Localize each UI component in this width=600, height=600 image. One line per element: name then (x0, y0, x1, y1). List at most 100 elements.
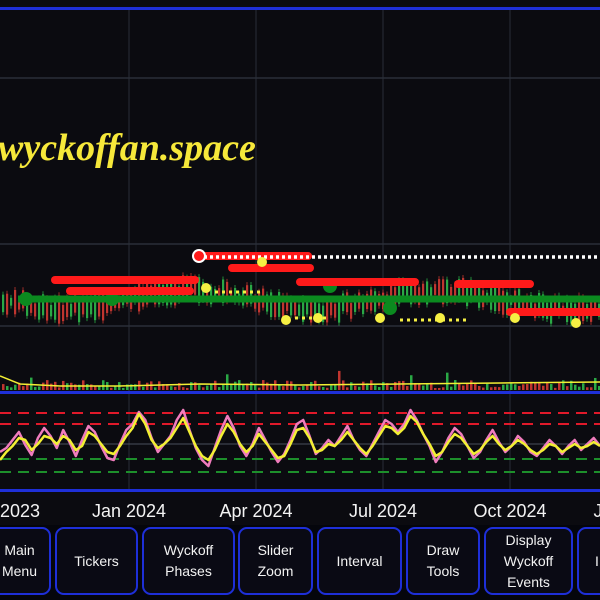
volume-bar (446, 372, 449, 390)
volume-bar (490, 387, 493, 390)
volume-bar (582, 383, 585, 390)
candle-body (434, 284, 437, 295)
volume-bar (6, 386, 9, 390)
volume-bar (186, 387, 189, 390)
volume-bar (182, 387, 185, 390)
candle-body (62, 304, 65, 322)
x-tick-label: Apr 2024 (219, 501, 292, 521)
volume-bar (554, 387, 557, 390)
candle-body (326, 301, 329, 323)
volume-bar (558, 382, 561, 390)
wyckoff-phases-button[interactable]: Wyckoff Phases (142, 527, 235, 595)
volume-bar (2, 384, 5, 390)
volume-bar (362, 381, 365, 390)
volume-bar (526, 384, 529, 390)
tickers-button[interactable]: Tickers (55, 527, 138, 595)
volume-bar (142, 386, 145, 390)
volume-bar (566, 386, 569, 390)
draw-tools-button[interactable]: Draw Tools (406, 527, 480, 595)
volume-bar (486, 383, 489, 390)
volume-bar (418, 384, 421, 390)
axis-separator (0, 489, 600, 492)
display-wyckoff-events-button[interactable]: Display Wyckoff Events (484, 527, 573, 595)
candle-body (334, 303, 337, 318)
slider-zoom-button[interactable]: Slider Zoom (238, 527, 313, 595)
volume-bar (198, 385, 201, 390)
candle-body (298, 304, 301, 316)
yellow-event-dot (375, 313, 385, 323)
volume-bar (542, 385, 545, 390)
candle-body (34, 303, 37, 317)
volume-bar (390, 386, 393, 390)
yellow-event-dot (510, 313, 520, 323)
bottom-toolbar: Main Menu Tickers Wyckoff Phases Slider … (0, 525, 600, 600)
volume-bar (34, 387, 37, 390)
main-menu-button[interactable]: Main Menu (0, 527, 51, 595)
volume-bar (82, 380, 85, 390)
volume-bar (454, 380, 457, 390)
volume-bar (494, 386, 497, 390)
volume-bar (234, 381, 237, 390)
volume-bar (86, 384, 89, 390)
volume-bar (122, 387, 125, 390)
volume-bar (518, 385, 521, 390)
price-chart[interactable]: wyckoffan.space 2023 Jan 2024 Apr 2024 J… (0, 0, 600, 525)
volume-bar (410, 375, 413, 390)
volume-bar (322, 386, 325, 390)
volume-bar (206, 385, 209, 390)
volume-bar (374, 385, 377, 390)
volume-bar (102, 380, 105, 390)
volume-bar (210, 384, 213, 390)
yellow-event-dot (281, 315, 291, 325)
volume-bar (38, 386, 41, 390)
volume-bar (42, 382, 45, 390)
volume-bar (550, 384, 553, 390)
volume-bar (478, 386, 481, 390)
volume-bar (190, 382, 193, 390)
partial-toolbar-button[interactable]: I (577, 527, 600, 595)
volume-bar (174, 386, 177, 390)
volume-bar (406, 386, 409, 390)
volume-bar (310, 382, 313, 390)
volume-bar (58, 387, 61, 390)
candle-body (14, 290, 17, 315)
yellow-event-dot (201, 283, 211, 293)
volume-bar (266, 382, 269, 390)
volume-bar (214, 380, 217, 390)
volume-bar (450, 386, 453, 390)
volume-bar (298, 387, 301, 390)
interval-button[interactable]: Interval (317, 527, 402, 595)
volume-bar (90, 384, 93, 390)
volume-bar (510, 382, 513, 390)
green-level-dot (383, 301, 397, 315)
volume-bar (318, 386, 321, 390)
volume-bar (306, 385, 309, 390)
volume-bar (382, 382, 385, 390)
volume-bar (146, 382, 149, 390)
volume-bar (74, 384, 77, 390)
volume-bar (394, 381, 397, 390)
volume-bar (22, 386, 25, 390)
volume-bar (358, 386, 361, 390)
yellow-event-dot (571, 318, 581, 328)
green-level-dot (19, 292, 33, 306)
volume-bar (546, 382, 549, 390)
volume-bar (10, 387, 13, 390)
volume-bar (50, 383, 53, 390)
volume-bar (218, 387, 221, 390)
volume-bar (378, 387, 381, 390)
volume-bar (282, 386, 285, 390)
volume-bar (574, 384, 577, 390)
x-tick-label: Jan 2024 (92, 501, 166, 521)
volume-bar (346, 387, 349, 390)
volume-bar (402, 380, 405, 390)
volume-bar (590, 387, 593, 390)
candle-body (338, 299, 341, 323)
candle-body (70, 303, 73, 317)
volume-bar (514, 384, 517, 390)
volume-bar (578, 386, 581, 390)
volume-bar (202, 387, 205, 390)
candle-body (6, 293, 9, 315)
volume-bar (442, 387, 445, 390)
candle-body (78, 302, 81, 323)
